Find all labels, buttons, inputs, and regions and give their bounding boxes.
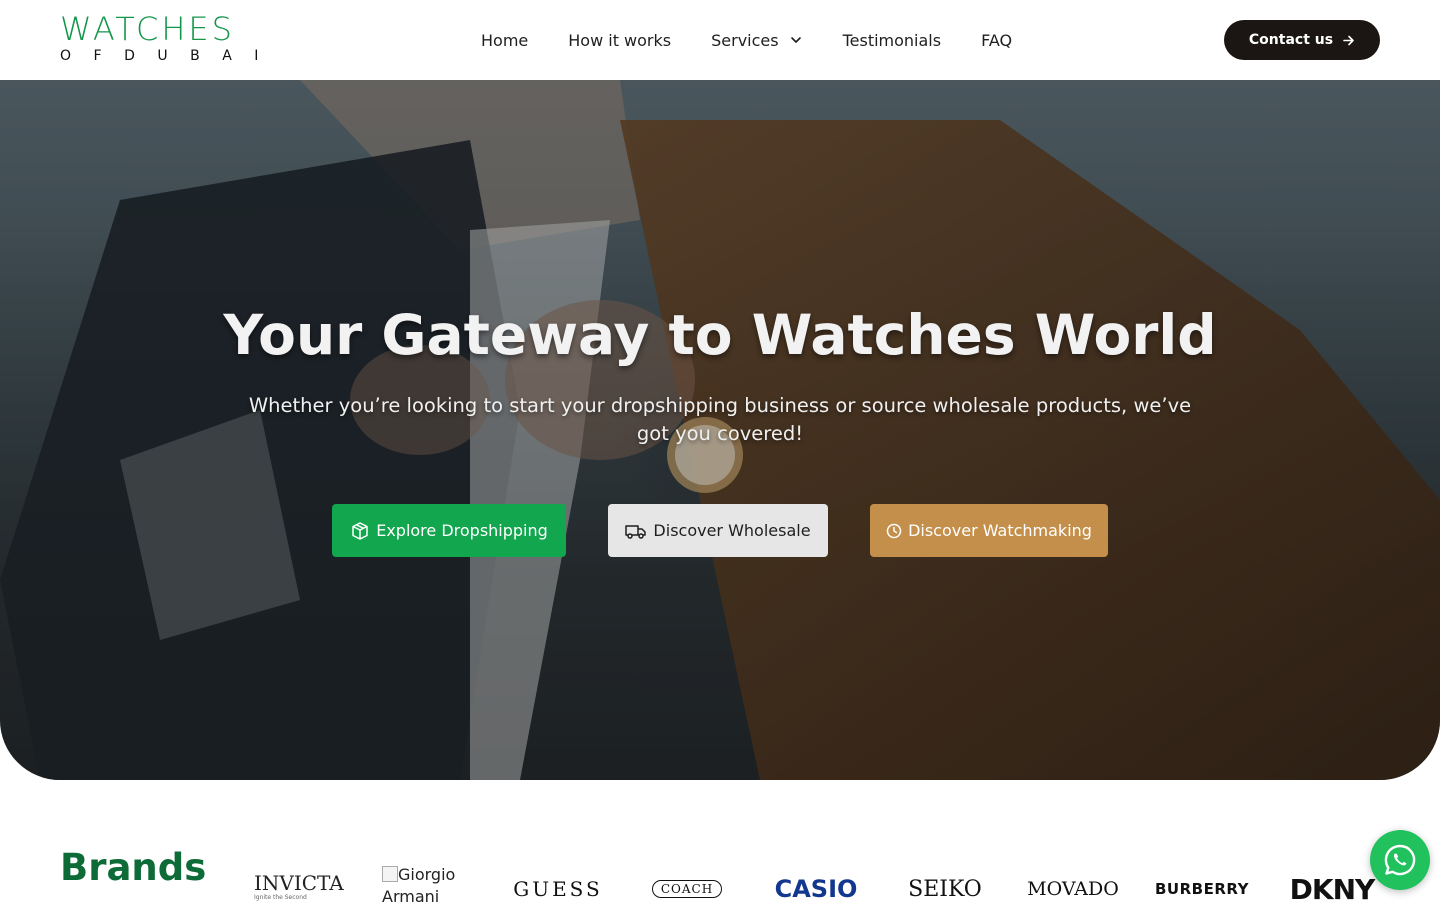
hero-title: Your Gateway to Watches World bbox=[223, 303, 1217, 367]
brand-logo-invicta[interactable]: INVICTA Ignite the Second bbox=[254, 872, 346, 902]
hero-section: Your Gateway to Watches World Whether yo… bbox=[0, 80, 1440, 780]
contact-us-label: Contact us bbox=[1248, 32, 1334, 48]
whatsapp-icon bbox=[1384, 844, 1416, 876]
discover-watchmaking-label: Discover Watchmaking bbox=[908, 521, 1092, 540]
nav-services[interactable]: Services bbox=[711, 31, 802, 50]
arrow-right-icon bbox=[1343, 35, 1354, 45]
logo-wordmark: WATCHES bbox=[60, 10, 235, 48]
truck-icon bbox=[625, 524, 647, 539]
nav-how-it-works[interactable]: How it works bbox=[568, 31, 671, 50]
discover-wholesale-button[interactable]: Discover Wholesale bbox=[608, 504, 828, 557]
whatsapp-chat-button[interactable] bbox=[1370, 830, 1430, 890]
package-icon bbox=[352, 521, 368, 540]
contact-us-button[interactable]: Contact us bbox=[1224, 20, 1380, 60]
hero-subtitle: Whether you’re looking to start your dro… bbox=[248, 394, 1192, 445]
site-logo[interactable]: WATCHES OFDUBAI bbox=[60, 10, 281, 64]
brands-heading: Brands bbox=[60, 846, 207, 889]
nav-services-label: Services bbox=[711, 30, 779, 50]
nav-home[interactable]: Home bbox=[481, 31, 528, 50]
broken-image-icon bbox=[382, 866, 398, 882]
clock-icon bbox=[886, 523, 902, 538]
chevron-down-icon bbox=[790, 37, 801, 43]
logo-subtitle: OFDUBAI bbox=[60, 48, 281, 64]
coach-wordmark: COACH bbox=[651, 880, 723, 898]
invicta-wordmark: INVICTA bbox=[254, 871, 344, 895]
nav-testimonials[interactable]: Testimonials bbox=[843, 31, 942, 50]
main-nav: Home How it works Services Testimonials … bbox=[481, 28, 1012, 52]
discover-watchmaking-button[interactable]: Discover Watchmaking bbox=[870, 504, 1108, 557]
brand-logo-giorgio-armani[interactable]: Giorgio Armani bbox=[382, 864, 482, 906]
discover-wholesale-label: Discover Wholesale bbox=[653, 521, 811, 540]
explore-dropshipping-button[interactable]: Explore Dropshipping bbox=[332, 504, 566, 557]
site-header: WATCHES OFDUBAI Home How it works Servic… bbox=[0, 0, 1440, 80]
invicta-tagline: Ignite the Second bbox=[254, 894, 307, 901]
explore-dropshipping-label: Explore Dropshipping bbox=[376, 521, 548, 540]
nav-faq[interactable]: FAQ bbox=[981, 31, 1012, 50]
